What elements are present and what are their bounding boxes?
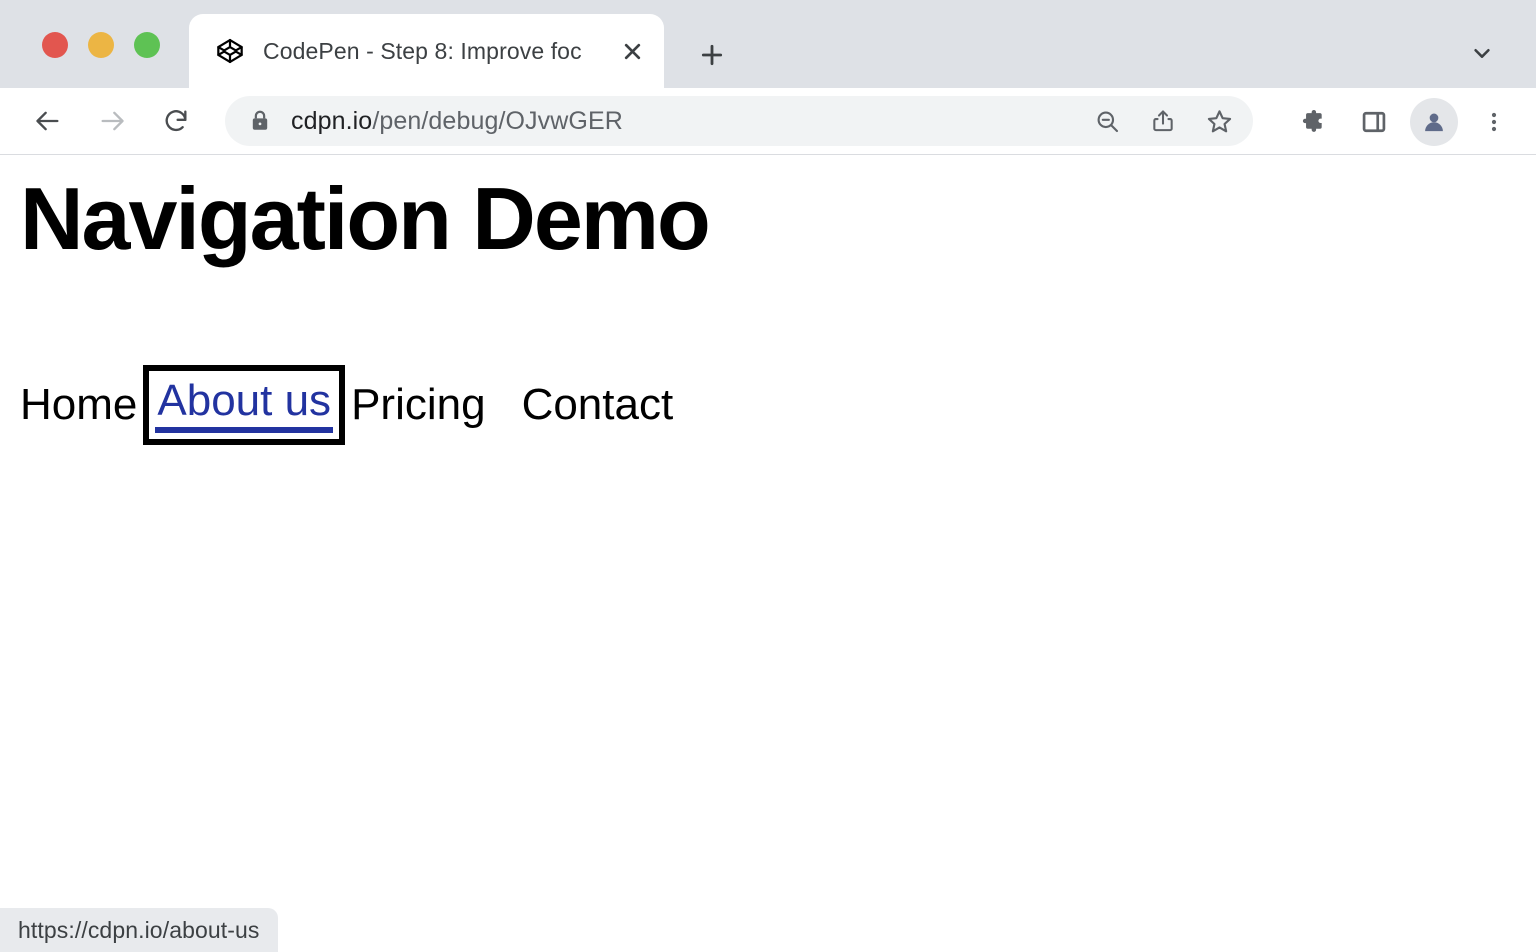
bookmark-star-icon[interactable]: [1195, 97, 1243, 145]
nav-link-about-us[interactable]: About us: [155, 377, 333, 433]
omnibox-actions: [1083, 97, 1243, 145]
chevron-down-icon[interactable]: [1454, 28, 1510, 78]
address-bar-text: cdpn.io/pen/debug/OJvwGER: [291, 107, 1083, 136]
close-window-button[interactable]: [42, 32, 68, 58]
side-panel-icon[interactable]: [1348, 96, 1400, 148]
forward-arrow-icon: [86, 95, 138, 147]
back-arrow-icon[interactable]: [22, 95, 74, 147]
browser-window: CodePen - Step 8: Improve foc: [0, 0, 1536, 952]
tab-title: CodePen - Step 8: Improve foc: [263, 38, 610, 65]
extensions-puzzle-icon[interactable]: [1286, 96, 1338, 148]
tab-strip: CodePen - Step 8: Improve foc: [0, 0, 1536, 88]
zoom-out-icon[interactable]: [1083, 97, 1131, 145]
nav-link-contact[interactable]: Contact: [522, 383, 674, 427]
page-content: Navigation Demo Home About us Pricing Co…: [0, 155, 1536, 952]
codepen-logo-icon: [215, 36, 245, 66]
nav-link-pricing[interactable]: Pricing: [351, 383, 486, 427]
url-path: /pen/debug/OJvwGER: [372, 107, 623, 135]
main-navigation: Home About us Pricing Contact: [20, 377, 673, 433]
toolbar-right-actions: [1286, 96, 1520, 148]
navigation-buttons: [22, 95, 202, 147]
reload-icon[interactable]: [150, 95, 202, 147]
maximize-window-button[interactable]: [134, 32, 160, 58]
window-controls: [42, 32, 160, 58]
browser-toolbar: cdpn.io/pen/debug/OJvwGER: [0, 88, 1536, 155]
nav-link-home[interactable]: Home: [20, 383, 137, 427]
more-menu-icon[interactable]: [1468, 96, 1520, 148]
new-tab-button[interactable]: [682, 28, 742, 82]
share-icon[interactable]: [1139, 97, 1187, 145]
browser-tab[interactable]: CodePen - Step 8: Improve foc: [189, 14, 664, 88]
lock-icon[interactable]: [243, 104, 277, 138]
page-title: Navigation Demo: [20, 175, 709, 263]
minimize-window-button[interactable]: [88, 32, 114, 58]
profile-avatar-icon[interactable]: [1410, 98, 1458, 146]
url-host: cdpn.io: [291, 107, 372, 135]
close-tab-button[interactable]: [610, 29, 654, 73]
address-bar[interactable]: cdpn.io/pen/debug/OJvwGER: [225, 96, 1253, 146]
status-bar-link-preview: https://cdpn.io/about-us: [0, 908, 278, 952]
